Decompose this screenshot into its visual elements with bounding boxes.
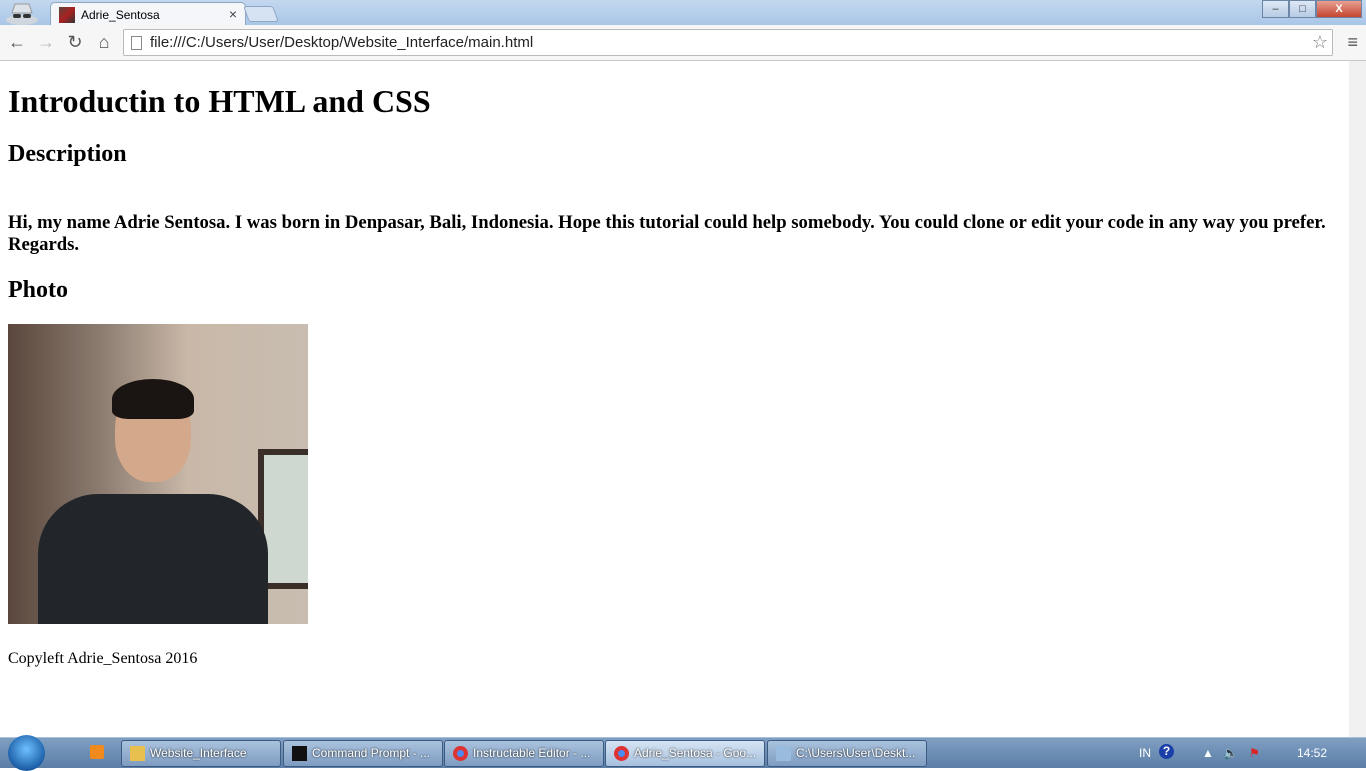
url-text: file:///C:/Users/User/Desktop/Website_In… — [150, 34, 534, 51]
notepad-icon — [776, 746, 791, 761]
start-button[interactable] — [8, 735, 45, 771]
browser-toolbar: ← → ↻ ⌂ file:///C:/Users/User/Desktop/We… — [0, 25, 1366, 61]
taskbar-item-command-prompt[interactable]: Command Prompt - ... — [283, 740, 443, 767]
show-hidden-icons[interactable]: ▲ — [1202, 746, 1214, 760]
taskbar-item-website-interface[interactable]: Website_Interface — [121, 740, 281, 767]
description-text: Hi, my name Adrie Sentosa. I was born in… — [8, 212, 1326, 255]
clock[interactable]: 14:52 — [1297, 746, 1327, 760]
reload-icon[interactable]: ↻ — [65, 32, 85, 53]
cmd-icon — [292, 746, 307, 761]
page-content: Introductin to HTML and CSS Description … — [8, 61, 1348, 737]
incognito-icon — [6, 3, 38, 25]
minimize-button[interactable]: – — [1262, 0, 1289, 18]
home-icon[interactable]: ⌂ — [94, 32, 114, 53]
media-player-icon[interactable] — [90, 745, 104, 759]
back-icon[interactable]: ← — [7, 32, 27, 53]
close-button[interactable]: X — [1316, 0, 1362, 18]
taskbar-item-instructable-editor[interactable]: Instructable Editor - ... — [444, 740, 604, 767]
action-center-icon[interactable]: ⚑ — [1249, 746, 1260, 760]
taskbar-label: Website_Interface — [150, 746, 247, 760]
chrome-icon — [453, 746, 468, 761]
volume-icon[interactable]: 🔈 — [1223, 746, 1238, 760]
profile-photo — [8, 324, 308, 624]
forward-icon[interactable]: → — [36, 32, 56, 53]
restore-button[interactable]: □ — [1289, 0, 1316, 18]
page-icon — [131, 36, 142, 50]
browser-tab-active[interactable]: Adrie_Sentosa × — [50, 2, 246, 26]
help-icon[interactable]: ? — [1159, 744, 1174, 759]
taskbar-label: Instructable Editor - ... — [473, 746, 591, 760]
language-indicator[interactable]: IN — [1139, 746, 1151, 760]
menu-icon[interactable]: ≡ — [1347, 32, 1358, 53]
taskbar-label: Adrie_Sentosa - Goo... — [634, 746, 757, 760]
photo-heading: Photo — [8, 277, 68, 303]
folder-icon — [130, 746, 145, 761]
description-heading: Description — [8, 141, 127, 167]
chrome-icon — [614, 746, 629, 761]
taskbar-item-notepad[interactable]: C:\Users\User\Deskt... — [767, 740, 927, 767]
favicon-icon — [59, 6, 75, 23]
tab-close-icon[interactable]: × — [229, 6, 237, 22]
scrollbar[interactable] — [1349, 61, 1366, 737]
page-title: Introductin to HTML and CSS — [8, 83, 431, 119]
address-bar[interactable]: file:///C:/Users/User/Desktop/Website_In… — [123, 29, 1333, 56]
taskbar-label: C:\Users\User\Deskt... — [796, 746, 916, 760]
taskbar: Website_Interface Command Prompt - ... I… — [0, 735, 1366, 771]
taskbar-item-adrie-sentosa[interactable]: Adrie_Sentosa - Goo... — [605, 740, 765, 767]
title-bar: Adrie_Sentosa × – □ X — [0, 0, 1366, 26]
footer-text: Copyleft Adrie_Sentosa 2016 — [8, 650, 198, 667]
tab-title: Adrie_Sentosa — [81, 7, 160, 22]
bookmark-star-icon[interactable]: ☆ — [1312, 30, 1328, 55]
new-tab-button[interactable] — [243, 6, 279, 22]
taskbar-label: Command Prompt - ... — [312, 746, 431, 760]
